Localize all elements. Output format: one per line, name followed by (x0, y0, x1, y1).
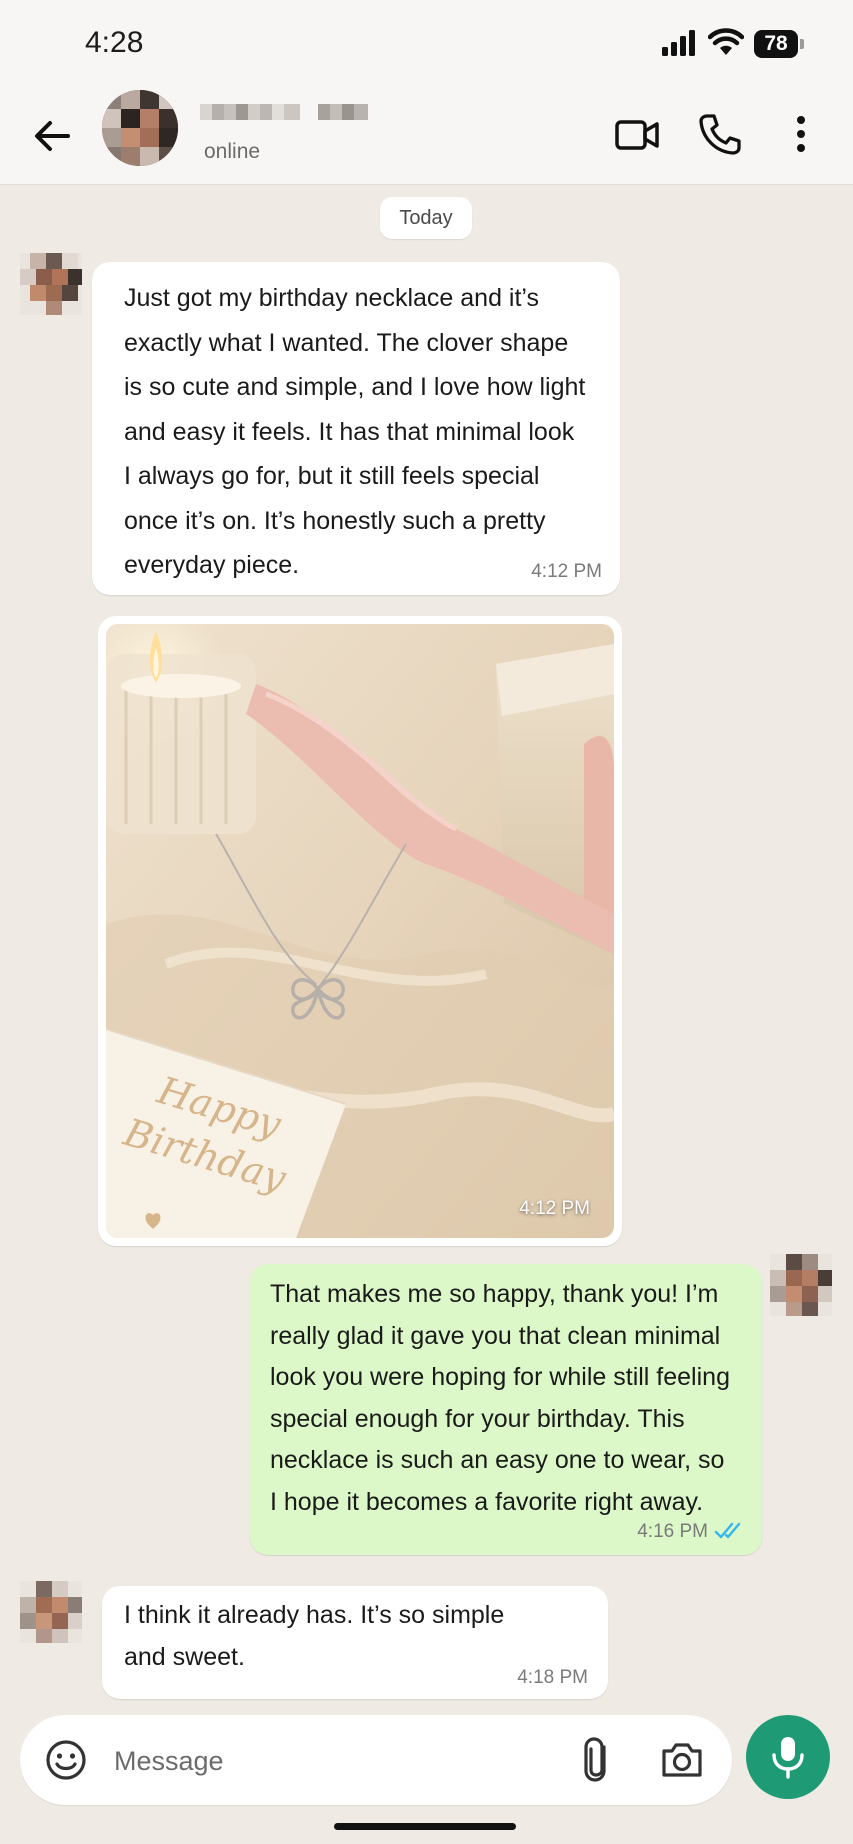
contact-name-redacted[interactable] (200, 104, 380, 120)
own-avatar[interactable] (770, 1254, 832, 1316)
back-arrow-icon[interactable] (28, 112, 76, 160)
wifi-icon (708, 28, 744, 55)
battery-level: 78 (754, 30, 798, 58)
more-vertical-icon[interactable] (786, 110, 816, 158)
chat-header: online (0, 88, 853, 185)
home-indicator[interactable] (334, 1823, 516, 1830)
microphone-button[interactable] (746, 1715, 830, 1799)
message-time: 4:16 PM (637, 1521, 708, 1542)
sender-avatar[interactable] (20, 1581, 82, 1643)
camera-icon[interactable] (660, 1739, 704, 1781)
microphone-icon (772, 1737, 804, 1779)
message-bubble-incoming[interactable]: Just got my birthday necklace and it’s e… (92, 262, 620, 595)
message-time: 4:12 PM (531, 561, 602, 582)
sender-avatar[interactable] (20, 253, 82, 315)
message-text: I think it already has. It’s so simple a… (124, 1601, 505, 1671)
message-bubble-outgoing[interactable]: That makes me so happy, thank you! I’m r… (250, 1264, 762, 1555)
status-time: 4:28 (85, 26, 144, 59)
video-call-icon[interactable] (614, 112, 660, 158)
message-bubble-incoming[interactable]: I think it already has. It’s so simple a… (102, 1586, 608, 1699)
necklace-photo[interactable]: Happy Birthday 4:12 PM (106, 624, 614, 1238)
message-input[interactable] (112, 1737, 496, 1785)
message-text: That makes me so happy, thank you! I’m r… (270, 1280, 730, 1516)
message-input-container (20, 1715, 732, 1805)
phone-icon[interactable] (696, 110, 744, 158)
status-bar: 4:28 78 (0, 0, 853, 88)
message-time: 4:18 PM (517, 1667, 588, 1688)
image-time: 4:12 PM (519, 1198, 590, 1219)
contact-status: online (204, 140, 261, 163)
signal-icon (662, 30, 695, 56)
paperclip-icon[interactable] (580, 1735, 616, 1785)
image-message[interactable]: Happy Birthday 4:12 PM (98, 616, 622, 1246)
emoji-icon[interactable] (44, 1738, 88, 1782)
message-text: Just got my birthday necklace and it’s e… (124, 284, 586, 579)
contact-avatar[interactable] (102, 90, 178, 166)
double-check-icon (714, 1522, 741, 1539)
chat-area[interactable]: Today Just got my birthday necklace and … (0, 185, 853, 1715)
date-chip: Today (380, 197, 472, 239)
battery-icon: 78 (754, 30, 804, 58)
